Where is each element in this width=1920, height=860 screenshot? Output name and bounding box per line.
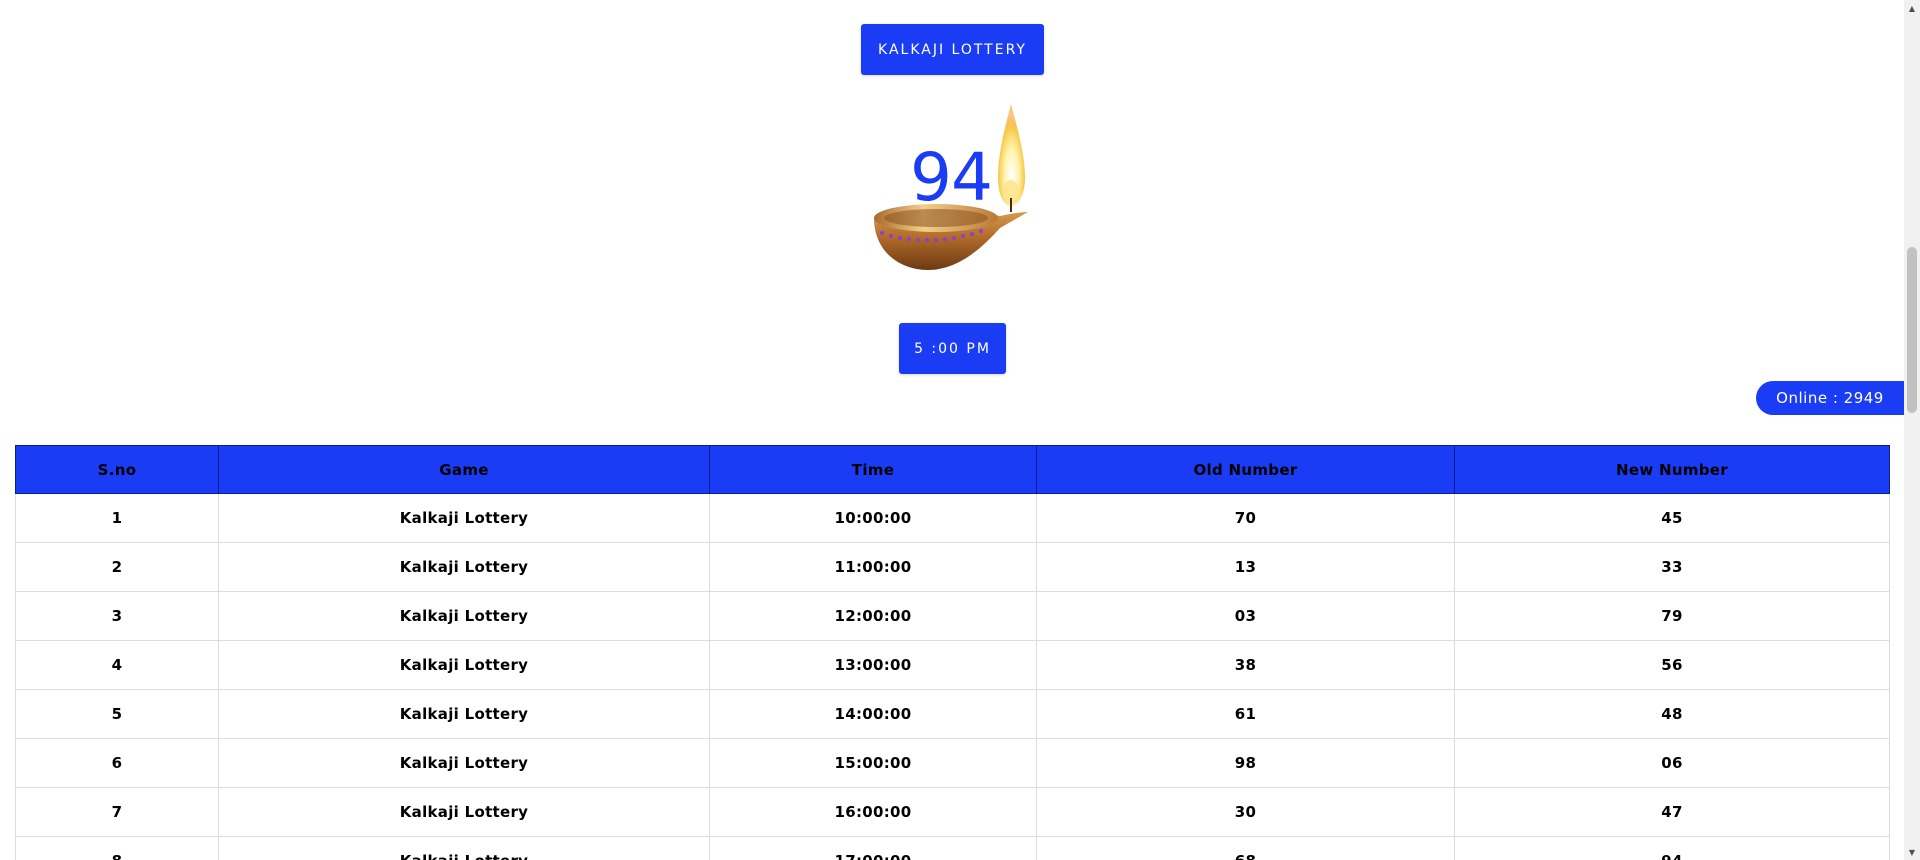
scroll-up-arrow-icon[interactable]: ▲ [1904,0,1920,16]
cell-sno: 8 [15,836,219,860]
cell-new-number: 33 [1454,542,1890,592]
cell-time: 14:00:00 [709,689,1037,739]
scrollbar-thumb[interactable] [1907,247,1917,413]
scroll-down-arrow-icon[interactable]: ▼ [1904,844,1920,860]
cell-game: Kalkaji Lottery [218,738,710,788]
cell-new-number: 94 [1454,836,1890,860]
cell-sno: 7 [15,787,219,837]
draw-time-button[interactable]: 5 :00 PM [899,323,1006,374]
cell-game: Kalkaji Lottery [218,689,710,739]
cell-game: Kalkaji Lottery [218,542,710,592]
table-row: 2 Kalkaji Lottery 11:00:00 13 33 [15,542,1890,592]
cell-time: 17:00:00 [709,836,1037,860]
cell-old-number: 13 [1036,542,1455,592]
cell-new-number: 45 [1454,493,1890,543]
table-row: 1 Kalkaji Lottery 10:00:00 70 45 [15,493,1890,543]
vertical-scrollbar[interactable]: ▲ ▼ [1904,0,1920,860]
cell-time: 10:00:00 [709,493,1037,543]
cell-time: 13:00:00 [709,640,1037,690]
cell-sno: 2 [15,542,219,592]
cell-sno: 3 [15,591,219,641]
column-header-new-number: New Number [1454,445,1890,494]
column-header-sno: S.no [15,445,219,494]
cell-new-number: 06 [1454,738,1890,788]
cell-sno: 5 [15,689,219,739]
cell-new-number: 48 [1454,689,1890,739]
column-header-time: Time [709,445,1037,494]
cell-old-number: 68 [1036,836,1455,860]
column-header-old-number: Old Number [1036,445,1455,494]
result-display: 94 [870,100,1030,275]
cell-new-number: 56 [1454,640,1890,690]
table-row: 6 Kalkaji Lottery 15:00:00 98 06 [15,738,1890,788]
table-row: 5 Kalkaji Lottery 14:00:00 61 48 [15,689,1890,739]
cell-game: Kalkaji Lottery [218,836,710,860]
cell-old-number: 70 [1036,493,1455,543]
table-row: 4 Kalkaji Lottery 13:00:00 38 56 [15,640,1890,690]
cell-time: 11:00:00 [709,542,1037,592]
cell-game: Kalkaji Lottery [218,640,710,690]
table-header-row: S.no Game Time Old Number New Number [15,445,1890,494]
cell-old-number: 03 [1036,591,1455,641]
table-row: 8 Kalkaji Lottery 17:00:00 68 94 [15,836,1890,860]
cell-new-number: 47 [1454,787,1890,837]
cell-old-number: 98 [1036,738,1455,788]
cell-game: Kalkaji Lottery [218,787,710,837]
cell-game: Kalkaji Lottery [218,493,710,543]
cell-sno: 6 [15,738,219,788]
cell-old-number: 38 [1036,640,1455,690]
cell-old-number: 30 [1036,787,1455,837]
cell-sno: 1 [15,493,219,543]
cell-time: 15:00:00 [709,738,1037,788]
cell-sno: 4 [15,640,219,690]
cell-time: 12:00:00 [709,591,1037,641]
result-number: 94 [910,139,993,216]
online-count-badge: Online : 2949 [1756,381,1904,415]
cell-time: 16:00:00 [709,787,1037,837]
results-table: S.no Game Time Old Number New Number 1 K… [15,445,1890,860]
table-row: 3 Kalkaji Lottery 12:00:00 03 79 [15,591,1890,641]
lottery-title-button[interactable]: KALKAJI LOTTERY [861,24,1044,75]
page: KALKAJI LOTTERY 94 5:00 PM Online: 294… [0,0,1904,860]
table-row: 7 Kalkaji Lottery 16:00:00 30 47 [15,787,1890,837]
cell-game: Kalkaji Lottery [218,591,710,641]
column-header-game: Game [218,445,710,494]
cell-old-number: 61 [1036,689,1455,739]
cell-new-number: 79 [1454,591,1890,641]
